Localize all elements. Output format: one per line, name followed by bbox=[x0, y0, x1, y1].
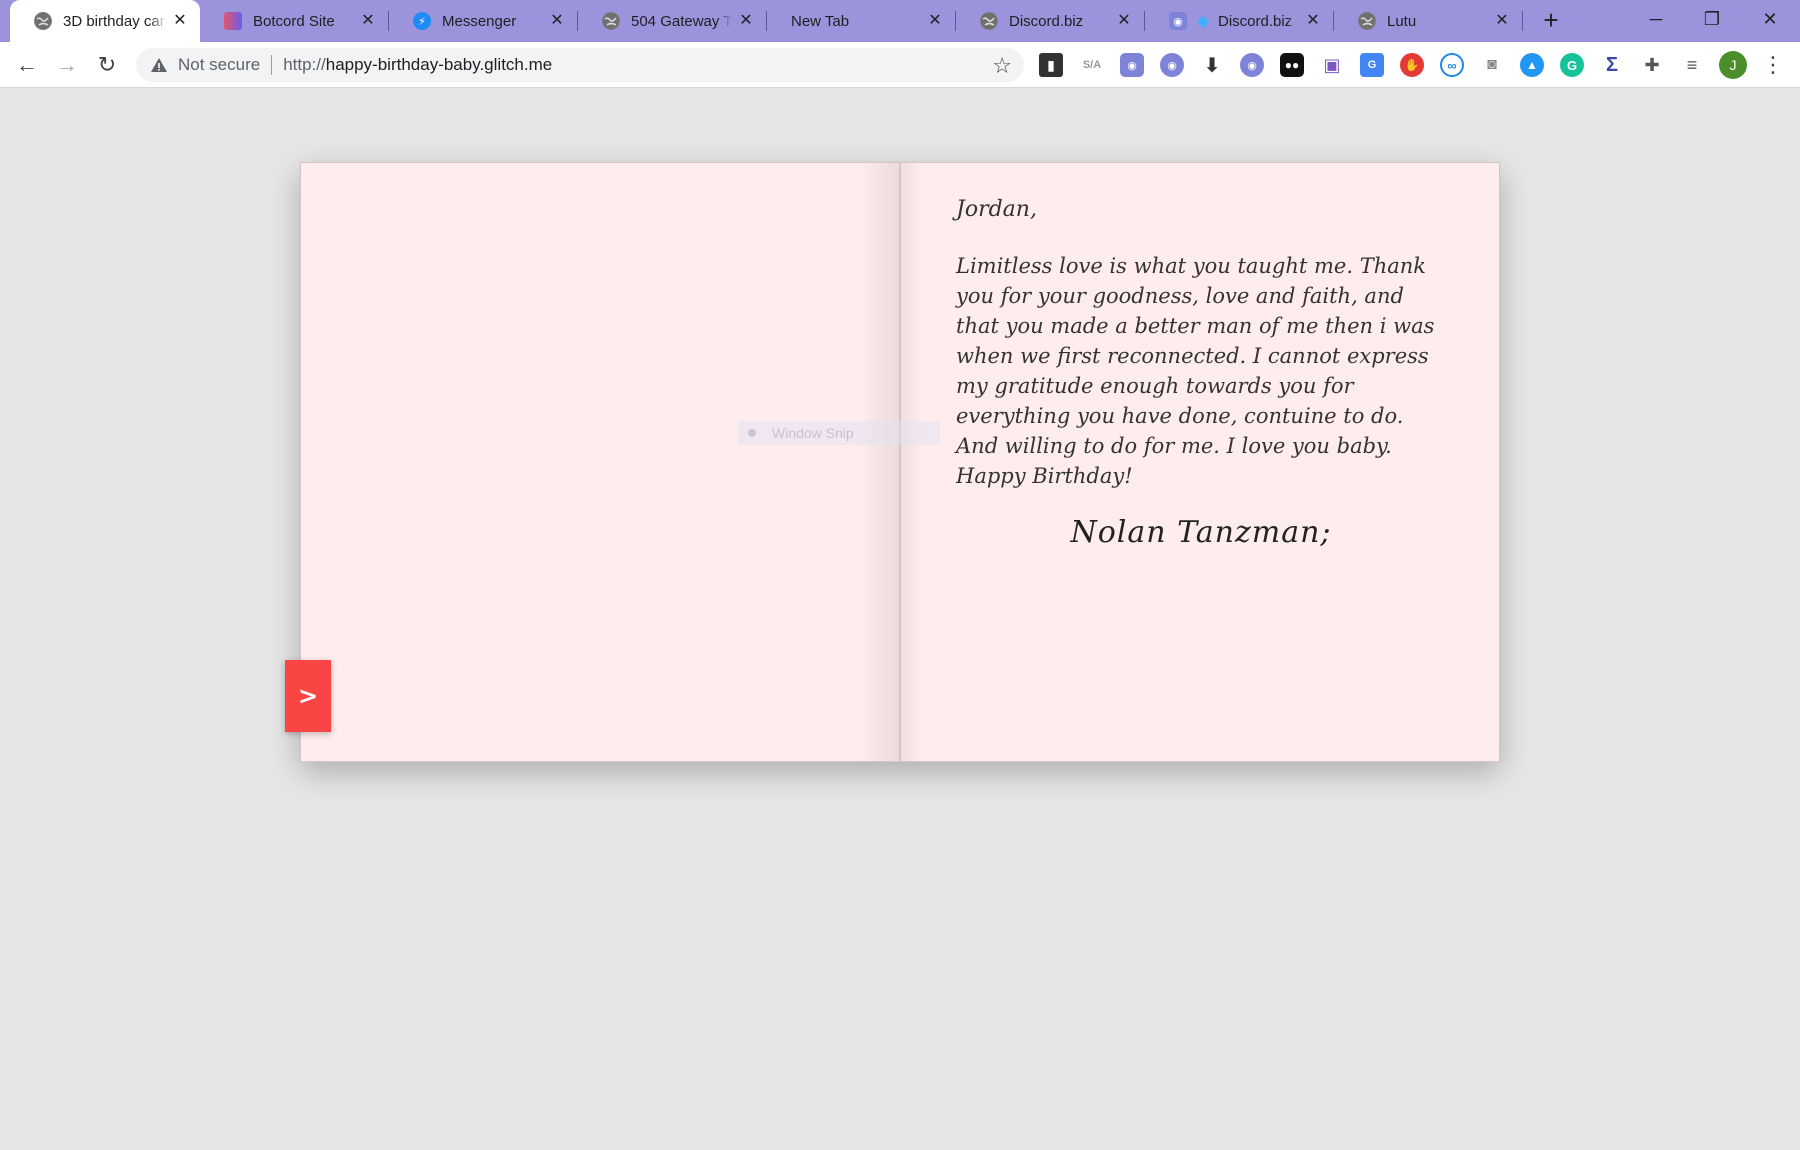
tab-title: Messenger bbox=[442, 12, 517, 30]
tab-title: Discord.biz bbox=[1218, 12, 1293, 30]
security-label[interactable]: Not secure bbox=[178, 55, 260, 75]
tab-discord-biz[interactable]: Discord.biz ✕ bbox=[956, 0, 1144, 42]
sigma-extension-icon[interactable]: Σ bbox=[1600, 53, 1624, 77]
botcord-icon bbox=[224, 12, 242, 30]
tab-separator bbox=[1522, 11, 1523, 31]
tab-title: New Tab bbox=[791, 12, 850, 30]
globe-icon bbox=[602, 12, 620, 30]
forward-button[interactable]: → bbox=[52, 50, 82, 80]
stop-extension-icon[interactable]: ✋ bbox=[1400, 53, 1424, 77]
close-icon[interactable]: ✕ bbox=[549, 13, 565, 29]
tab-504-gateway[interactable]: 504 Gateway Time-out ✕ bbox=[578, 0, 766, 42]
gem-icon: ◆ bbox=[1196, 13, 1210, 30]
tab-title: Lutu bbox=[1387, 12, 1417, 30]
twitch-extension-icon[interactable]: ▣ bbox=[1320, 53, 1344, 77]
card-signature: Nolan Tanzman; bbox=[1070, 515, 1332, 550]
globe-icon bbox=[980, 12, 998, 30]
tab-title: 504 Gateway Time-out bbox=[631, 12, 732, 30]
card-right-page: Jordan, Limitless love is what you taugh… bbox=[900, 162, 1500, 762]
tab-discord-biz-2[interactable]: ◉ ◆ Discord.biz ✕ bbox=[1145, 0, 1333, 42]
new-tab-button[interactable]: + bbox=[1536, 6, 1566, 36]
page-viewport: Jordan, Limitless love is what you taugh… bbox=[0, 88, 1800, 1150]
media-control-icon[interactable]: ≡ bbox=[1680, 53, 1704, 77]
window-snip-overlay: Window Snip bbox=[738, 421, 940, 445]
address-bar[interactable]: Not secure http:// happy-birthday-baby.g… bbox=[136, 48, 1024, 82]
url-host: happy-birthday-baby.glitch.me bbox=[325, 55, 553, 74]
discord-extension-icon[interactable]: ◉ bbox=[1160, 53, 1184, 77]
restore-button[interactable]: ❐ bbox=[1692, 4, 1732, 34]
url-scheme: http:// bbox=[283, 55, 326, 74]
close-icon[interactable]: ✕ bbox=[927, 13, 943, 29]
discord-extension-icon[interactable]: ◉ bbox=[1120, 53, 1144, 77]
omnibox-divider bbox=[271, 55, 273, 75]
back-button[interactable]: ← bbox=[12, 50, 42, 80]
close-icon[interactable]: ✕ bbox=[1305, 13, 1321, 29]
messenger-icon: ⚡ bbox=[413, 12, 431, 30]
browser-toolbar: ← → ↻ Not secure http:// happy-birthday-… bbox=[0, 42, 1800, 88]
download-extension-icon[interactable]: ⬇ bbox=[1200, 53, 1224, 77]
tab-3d-birthday-card[interactable]: 3D birthday card ✕ bbox=[10, 0, 200, 42]
close-icon[interactable]: ✕ bbox=[1116, 13, 1132, 29]
card-message: Limitless love is what you taught me. Th… bbox=[956, 254, 1435, 488]
blue-arrow-extension-icon[interactable]: ▲ bbox=[1520, 53, 1544, 77]
card-greeting: Jordan, bbox=[956, 197, 1037, 222]
close-icon[interactable]: ✕ bbox=[172, 13, 188, 29]
discord-icon: ◉ bbox=[1169, 12, 1187, 30]
google-translate-extension-icon[interactable]: G bbox=[1360, 53, 1384, 77]
reload-button[interactable]: ↻ bbox=[92, 50, 122, 80]
tab-botcord-site[interactable]: Botcord Site ✕ bbox=[200, 0, 388, 42]
tab-new-tab[interactable]: New Tab ✕ bbox=[767, 0, 955, 42]
tab-title: Botcord Site bbox=[253, 12, 335, 30]
tab-title: 3D birthday card bbox=[63, 12, 166, 30]
globe-icon bbox=[1358, 12, 1376, 30]
card-left-page bbox=[300, 162, 900, 762]
close-icon[interactable]: ✕ bbox=[360, 13, 376, 29]
tampermonkey-extension-icon[interactable]: ●● bbox=[1280, 53, 1304, 77]
tab-lutu[interactable]: Lutu ✕ bbox=[1334, 0, 1522, 42]
birthday-card: Jordan, Limitless love is what you taugh… bbox=[285, 162, 1500, 762]
browser-menu-icon[interactable]: ⋮ bbox=[1762, 51, 1784, 79]
minimize-button[interactable]: ─ bbox=[1636, 4, 1676, 34]
globe-icon bbox=[34, 12, 52, 30]
close-icon[interactable]: ✕ bbox=[738, 13, 754, 29]
next-page-button[interactable]: > bbox=[285, 660, 331, 732]
window-close-button[interactable]: ✕ bbox=[1750, 4, 1790, 34]
camera-extension-icon[interactable]: ◙ bbox=[1480, 53, 1504, 77]
close-icon[interactable]: ✕ bbox=[1494, 13, 1510, 29]
tab-messenger[interactable]: ⚡ Messenger ✕ bbox=[389, 0, 577, 42]
tab-title: Discord.biz bbox=[1009, 12, 1084, 30]
infinity-extension-icon[interactable]: ∞ bbox=[1440, 53, 1464, 77]
profile-avatar[interactable]: J bbox=[1719, 51, 1747, 79]
translate-extension-icon[interactable]: S/A bbox=[1080, 53, 1104, 77]
warning-icon bbox=[151, 58, 167, 72]
discord-extension-icon[interactable]: ◉ bbox=[1240, 53, 1264, 77]
grammarly-extension-icon[interactable]: G bbox=[1560, 53, 1584, 77]
tab-strip: 3D birthday card ✕ Botcord Site ✕ ⚡ Mess… bbox=[0, 0, 1800, 42]
bookshelf-extension-icon[interactable]: ▮ bbox=[1039, 53, 1063, 77]
puzzle-extensions-icon[interactable]: ✚ bbox=[1640, 53, 1664, 77]
bookmark-star-icon[interactable]: ☆ bbox=[992, 53, 1012, 79]
